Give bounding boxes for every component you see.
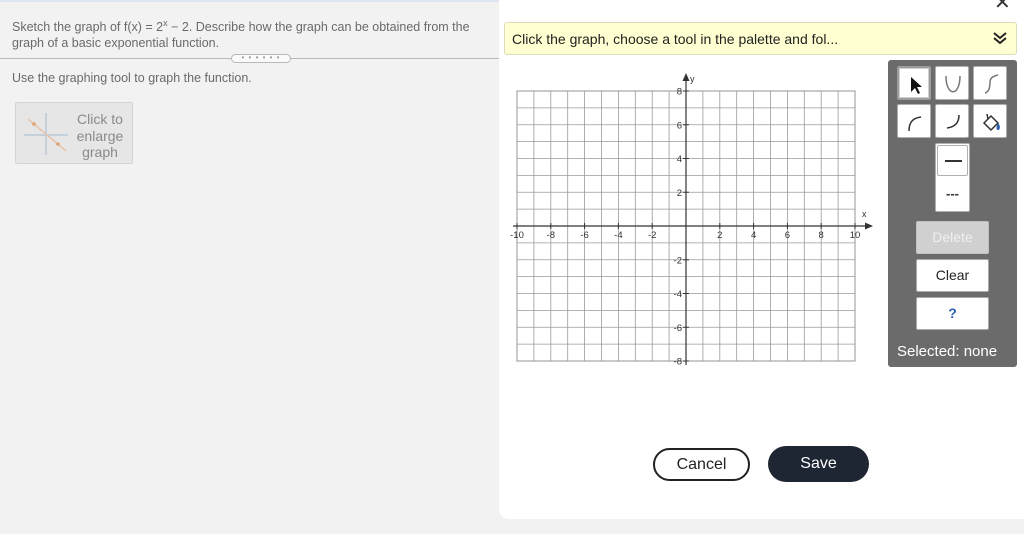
dashed-line-tool[interactable]: --- <box>936 184 969 204</box>
curve-left-icon <box>908 116 922 132</box>
graph-thumbnail-icon <box>24 113 68 155</box>
y-tick-label: -2 <box>674 255 682 266</box>
solid-line-icon <box>945 160 962 162</box>
enlarge-label: Click to enlarge graph <box>76 111 124 160</box>
fill-bucket-icon <box>982 113 1000 132</box>
delete-button[interactable]: Delete <box>916 221 989 254</box>
y-tick-label: 6 <box>677 120 682 131</box>
clear-button[interactable]: Clear <box>916 259 989 292</box>
y-tick-label: 2 <box>677 188 682 199</box>
close-icon[interactable]: ✕ <box>994 0 1011 13</box>
instruction-text: Use the graphing tool to graph the funct… <box>12 71 252 85</box>
x-tick-label: -4 <box>614 230 622 241</box>
exponential-tool[interactable] <box>973 66 1007 100</box>
enlarge-graph-button[interactable]: Click to enlarge graph <box>15 102 133 164</box>
y-axis-label: y <box>690 74 695 84</box>
x-tick-label: 8 <box>819 230 824 241</box>
top-border <box>0 0 500 2</box>
x-tick-label: 10 <box>850 230 861 241</box>
coordinate-graph[interactable]: x y -10 -8 -6 -4 -2 2 4 6 8 10 8 6 4 2 -2 -4 -6 -8 <box>505 70 880 370</box>
y-tick-label: -4 <box>674 289 682 300</box>
hint-text: Click the graph, choose a tool in the pa… <box>512 31 839 47</box>
selected-status: Selected: none <box>897 343 998 360</box>
question-prefix: Sketch the graph of f(x) = 2 <box>12 20 164 35</box>
curve-left-tool[interactable] <box>897 104 931 138</box>
y-tick-label: 4 <box>677 154 682 165</box>
resize-handle[interactable]: • • • • • • <box>231 54 291 63</box>
x-tick-label: 6 <box>785 230 790 241</box>
x-tick-label: -8 <box>547 230 555 241</box>
curve-right-tool[interactable] <box>935 104 969 138</box>
question-panel: Sketch the graph of f(x) = 2x − 2. Descr… <box>0 0 500 534</box>
save-button[interactable]: Save <box>768 446 869 482</box>
question-text: Sketch the graph of f(x) = 2x − 2. Descr… <box>12 15 497 51</box>
cancel-button[interactable]: Cancel <box>653 448 750 481</box>
curve-right-icon <box>946 114 960 129</box>
y-tick-label: -8 <box>674 357 682 368</box>
x-tick-label: -6 <box>580 230 588 241</box>
pointer-tool[interactable] <box>897 66 931 100</box>
fill-tool[interactable] <box>973 104 1007 138</box>
pointer-icon <box>911 77 922 94</box>
line-style-group: --- <box>935 143 970 212</box>
y-tick-label: -6 <box>674 323 682 334</box>
x-tick-label: 2 <box>717 230 722 241</box>
parabola-tool[interactable] <box>935 66 969 100</box>
exponential-curve-icon <box>984 74 999 94</box>
x-axis-label: x <box>862 209 867 219</box>
chevron-double-down-icon[interactable] <box>991 29 1009 47</box>
y-axis-arrow <box>682 73 690 81</box>
help-button[interactable]: ? <box>916 297 989 330</box>
x-tick-label: -10 <box>510 230 524 241</box>
x-tick-label: 4 <box>751 230 756 241</box>
y-tick-label: 8 <box>677 87 682 98</box>
x-axis-arrow <box>865 222 873 230</box>
x-tick-label: -2 <box>648 230 656 241</box>
hint-bar[interactable]: Click the graph, choose a tool in the pa… <box>504 22 1017 55</box>
parabola-up-icon <box>945 75 961 93</box>
solid-line-tool[interactable] <box>937 145 968 176</box>
